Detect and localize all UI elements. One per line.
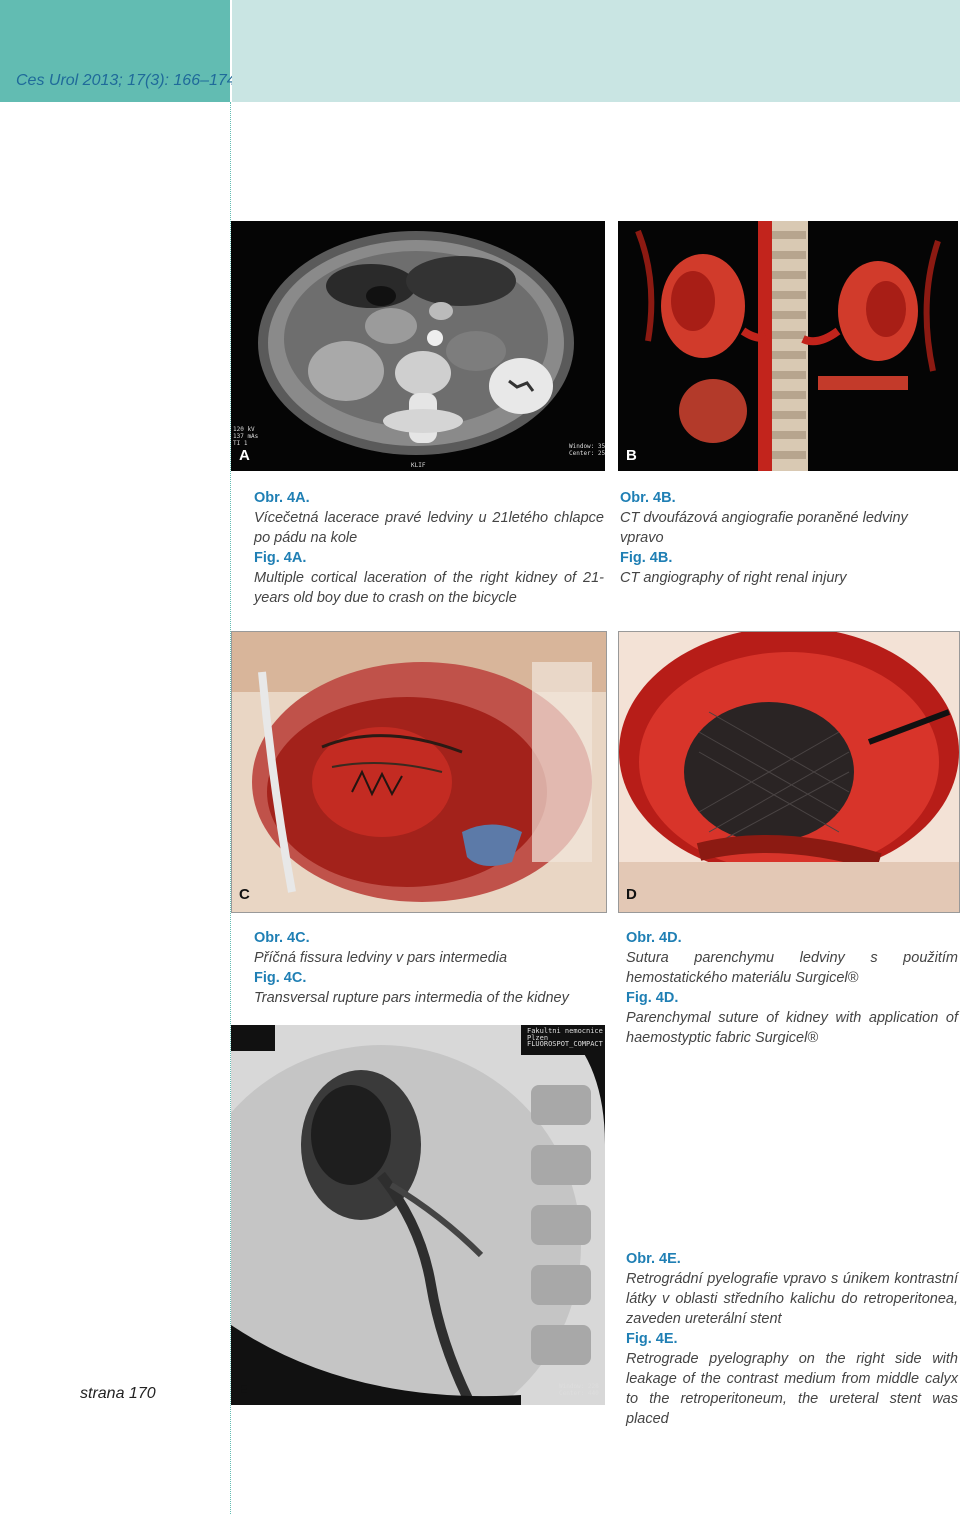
caption-4a-obr-label: Obr. 4A. (254, 490, 310, 506)
figure-4a-ct-scan: 120 kV 137 mAs TI 1 Window: 350 Center: … (231, 221, 605, 471)
pyelography-image (231, 1025, 605, 1405)
caption-4b-obr-text: CT dvoufázová angiografie poraněné ledvi… (620, 510, 908, 546)
caption-4b-fig-text: CT angiography of right renal injury (620, 570, 847, 586)
header-left-band: Ces Urol 2013; 17(3): 166–174 (0, 0, 236, 102)
caption-4e: Obr. 4E. Retrográdní pyelografie vpravo … (626, 1249, 958, 1429)
caption-4d-fig-label: Fig. 4D. (626, 990, 679, 1006)
caption-4c-obr-text: Příčná fissura ledviny v pars intermedia (254, 950, 508, 966)
figure-letter-e: E (238, 1381, 249, 1398)
journal-reference: Ces Urol 2013; 17(3): 166–174 (16, 72, 236, 89)
figure-letter-c: C (239, 886, 250, 903)
figure-4c-surgical-photo (231, 631, 607, 913)
figure-4d-surgical-photo (618, 631, 960, 913)
ct-overlay-bottom: KLIF (411, 462, 426, 469)
page-number: strana 170 (80, 1385, 156, 1402)
caption-4d-obr-label: Obr. 4D. (626, 930, 682, 946)
caption-4c-fig-text: Transversal rupture pars intermedia of t… (254, 990, 569, 1006)
figure-letter-a: A (239, 447, 250, 464)
caption-4b-fig-label: Fig. 4B. (620, 550, 673, 566)
figure-letter-d: D (626, 886, 637, 903)
pyelo-overlay-top2: FLUOROSPOT_COMPACT (527, 1040, 603, 1048)
ct-axial-image (231, 221, 605, 471)
caption-4d-fig-text: Parenchymal suture of kidney with applic… (626, 1010, 958, 1046)
caption-4a-obr-text: Vícečetná lacerace pravé ledviny u 21let… (254, 510, 604, 546)
caption-4a: Obr. 4A. Vícečetná lacerace pravé ledvin… (254, 488, 604, 608)
figure-4e-pyelography: Fakultni nemocnice Plzen FLUOROSPOT_COMP… (231, 1025, 605, 1405)
caption-4a-fig-label: Fig. 4A. (254, 550, 307, 566)
header-right-band (232, 0, 960, 102)
pyelo-overlay-bottom: Window: 228 Center: 440 (559, 1383, 599, 1397)
caption-4e-obr-text: Retrográdní pyelografie vpravo s únikem … (626, 1271, 958, 1327)
caption-4c-fig-label: Fig. 4C. (254, 970, 307, 986)
figure-letter-b: B (626, 447, 637, 464)
caption-4d-obr-text: Sutura parenchymu ledviny s použitím hem… (626, 950, 958, 986)
caption-4b-obr-label: Obr. 4B. (620, 490, 676, 506)
ct-overlay-right: Window: 350 Center: 25 (569, 443, 605, 457)
caption-4c: Obr. 4C. Příčná fissura ledviny v pars i… (254, 928, 604, 1008)
caption-4e-fig-label: Fig. 4E. (626, 1331, 678, 1347)
angiography-3d-image (618, 221, 958, 471)
caption-4c-obr-label: Obr. 4C. (254, 930, 310, 946)
ct-overlay-left: 120 kV 137 mAs TI 1 (233, 426, 259, 447)
caption-4e-fig-text: Retrograde pyelography on the right side… (626, 1351, 958, 1427)
caption-4a-fig-text: Multiple cortical laceration of the righ… (254, 570, 604, 606)
surgical-photo-d (619, 632, 959, 912)
caption-4b: Obr. 4B. CT dvoufázová angiografie poran… (620, 488, 954, 588)
caption-4d: Obr. 4D. Sutura parenchymu ledviny s pou… (626, 928, 958, 1048)
figure-4b-ct-angiography (618, 221, 958, 471)
caption-4e-obr-label: Obr. 4E. (626, 1251, 681, 1267)
surgical-photo-c (232, 632, 606, 912)
